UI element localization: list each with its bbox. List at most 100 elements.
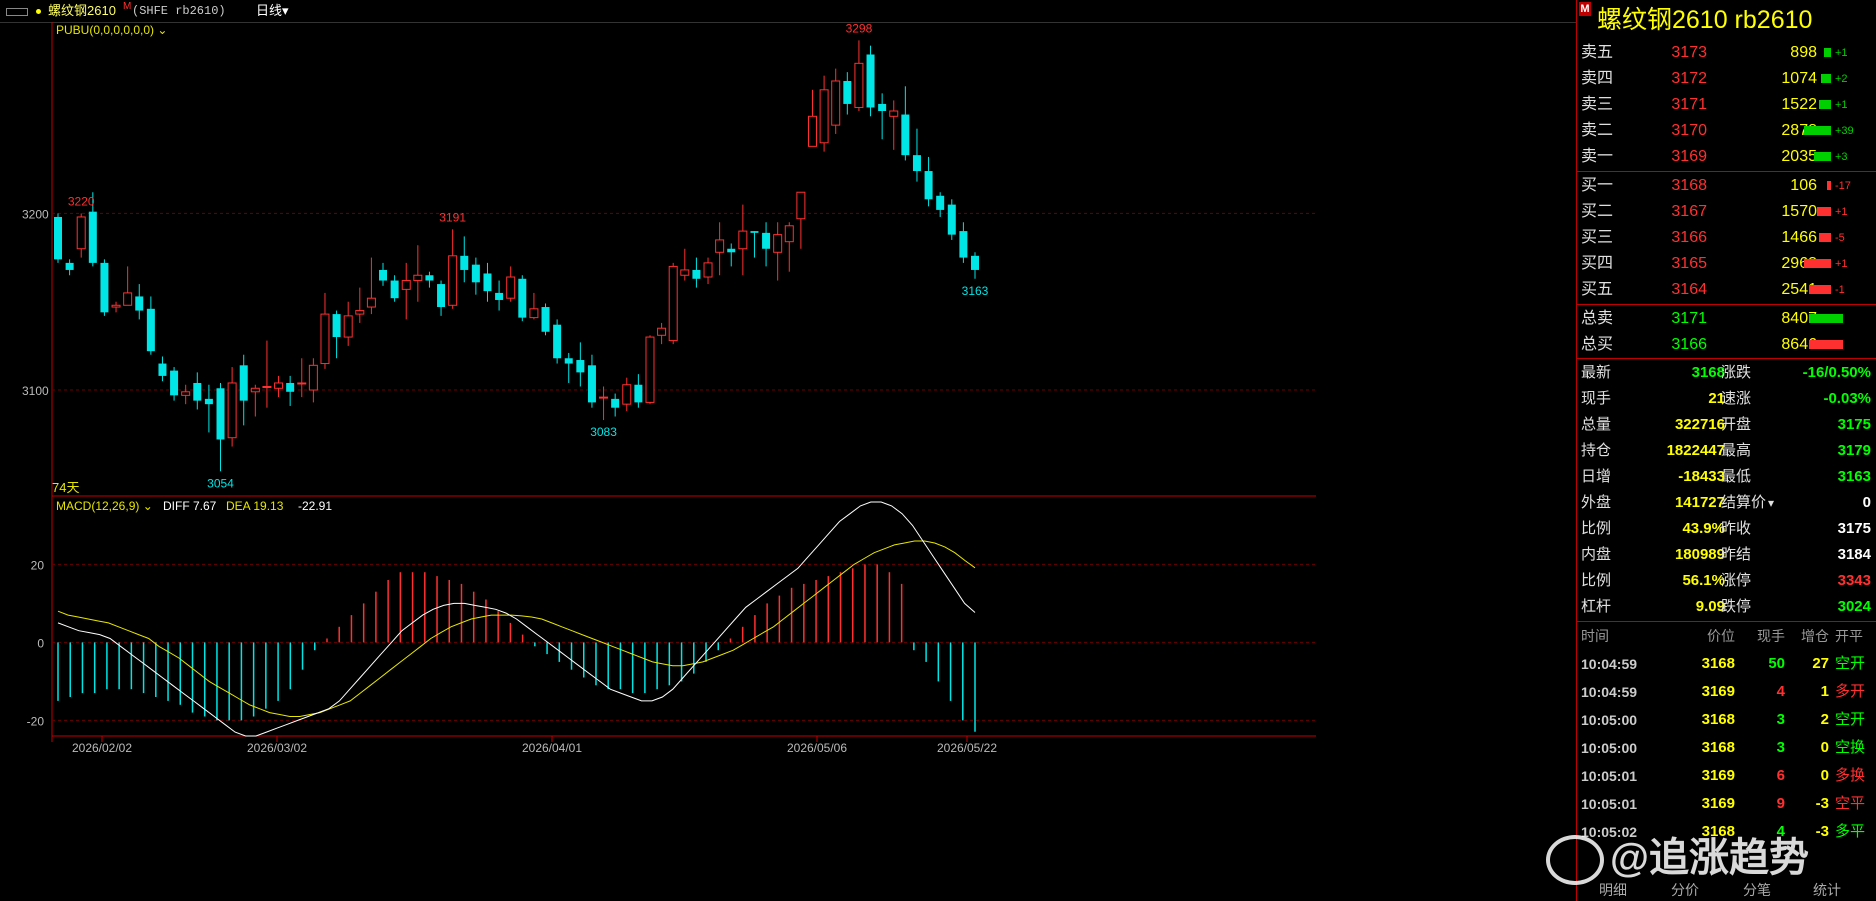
quote-label: 比例	[1581, 520, 1612, 537]
candle-body-down	[947, 204, 956, 235]
chart-title-bar: 螺纹钢2610 M (SHFE rb2610) 日线▾	[0, 0, 1576, 23]
level-price: 3171	[1671, 96, 1707, 113]
ask-row[interactable]: 卖五 3173 898 +1	[1577, 40, 1876, 66]
candle-body-down	[471, 264, 480, 283]
y-tick-label: 3200	[22, 207, 49, 221]
trade-price: 3168	[1701, 711, 1735, 728]
quote-label: 最高	[1721, 442, 1752, 459]
candle-body-down	[437, 284, 446, 308]
quote-label: 最低	[1721, 468, 1752, 485]
quote-label: 最新	[1581, 364, 1612, 381]
level-change: +3	[1835, 151, 1848, 163]
ask-row[interactable]: 卖四 3172 1074 +2	[1577, 66, 1876, 92]
bid-row[interactable]: 买三 3166 1466 -5	[1577, 225, 1876, 251]
price-extreme-label: 3298	[846, 22, 873, 35]
main-contract-marker: M	[1579, 2, 1591, 16]
quote-label: 昨收	[1721, 520, 1752, 537]
indicator-label: PUBU(0,0,0,0,0,0) ⌄	[56, 23, 167, 37]
period-selector[interactable]: 日线▾	[256, 0, 289, 22]
trade-type: 多换	[1835, 767, 1866, 784]
trade-type: 多开	[1835, 683, 1866, 700]
candle-body-down	[518, 278, 527, 318]
trades-header-cell: 价位	[1707, 628, 1735, 644]
ask-row[interactable]: 卖三 3171 1522 +1	[1577, 92, 1876, 118]
watermark-text: @追涨趋势	[1610, 836, 1810, 880]
total-label: 总买	[1581, 336, 1614, 353]
level-volume-bar	[1808, 285, 1831, 294]
candle-body-up	[854, 62, 864, 108]
level-label: 买四	[1581, 255, 1614, 272]
trade-time: 10:04:59	[1581, 656, 1638, 672]
candle-body-down	[843, 80, 852, 104]
bid-row[interactable]: 买一 3168 106 -17	[1577, 173, 1876, 199]
level-change: +39	[1835, 125, 1854, 137]
x-tick-label: 2026/05/06	[787, 741, 847, 755]
trade-price: 3169	[1701, 767, 1735, 784]
quote-value: 3163	[1837, 468, 1871, 485]
candle-body-down	[750, 231, 759, 233]
trade-time: 10:05:01	[1581, 768, 1638, 784]
bid-row[interactable]: 买四 3165 2963 +1	[1577, 251, 1876, 277]
candle-body-down	[158, 363, 167, 376]
level-label: 卖四	[1581, 70, 1614, 87]
price-chart[interactable]: 3200 3100 3220 3191 3298 3054 3083 3163 PUBU(0,0…	[0, 22, 1576, 901]
book-separator	[1577, 358, 1876, 359]
quote-label: 结算价 ▾	[1721, 494, 1775, 511]
weibo-logo-icon	[1546, 835, 1604, 886]
quote-value: 3168	[1691, 364, 1725, 381]
level-volume: 2541	[1781, 281, 1817, 298]
price-extreme-label: 3054	[207, 476, 234, 490]
candle-body-up	[599, 396, 609, 399]
candle-body-up	[668, 265, 678, 342]
chevron-down-icon: ▾	[1768, 496, 1775, 510]
candle-body-down	[576, 360, 585, 373]
trade-price: 3169	[1701, 683, 1735, 700]
candle-body-down	[495, 292, 504, 300]
price-extreme-label: 3220	[68, 194, 95, 208]
panel-header: M 螺纹钢2610 rb2610	[1577, 0, 1876, 40]
quote-label: 昨结	[1721, 546, 1752, 563]
quote-label: 日增	[1581, 468, 1612, 485]
candle-body-up	[250, 387, 260, 393]
candle-body-up	[831, 80, 841, 126]
quote-row: 最新 3168 涨跌 -16/0.50%	[1577, 360, 1876, 386]
quote-value: 322716	[1674, 416, 1725, 433]
level-volume: 898	[1790, 44, 1817, 61]
total-label: 总卖	[1581, 310, 1614, 327]
candle-body-down	[193, 382, 202, 401]
panel-title: 螺纹钢2610 rb2610	[1597, 6, 1813, 34]
level-change: -1	[1835, 284, 1845, 296]
quote-label: 速涨	[1721, 390, 1752, 407]
level-change: +2	[1835, 73, 1848, 85]
ask-row[interactable]: 卖一 3169 2035 +3	[1577, 144, 1876, 170]
quote-label: 内盘	[1581, 546, 1612, 563]
level-change: -5	[1835, 232, 1845, 244]
candle-body-up	[111, 304, 121, 308]
x-tick-label: 2026/02/02	[72, 741, 132, 755]
trade-price: 3169	[1701, 795, 1735, 812]
quote-value: 3024	[1837, 598, 1871, 615]
candle-body-down	[762, 232, 771, 249]
trades-header: 时间 价位 现手 增仓 开平	[1577, 622, 1876, 650]
level-volume-bar	[1819, 100, 1831, 109]
level-change: +1	[1835, 47, 1848, 59]
book-separator	[1577, 304, 1876, 305]
quote-value: 3184	[1837, 546, 1871, 563]
window-menu-icon[interactable]	[6, 8, 28, 16]
quote-value: 21	[1708, 390, 1725, 407]
status-dot-icon	[36, 9, 41, 14]
price-extreme-label: 3163	[962, 284, 989, 298]
trade-type: 空开	[1835, 711, 1866, 728]
candle-body-down	[483, 273, 492, 292]
candle-body-up	[738, 230, 748, 250]
candle-body-up	[320, 313, 330, 365]
trade-volume: 9	[1776, 795, 1785, 812]
ask-row[interactable]: 卖二 3170 2878 +39	[1577, 118, 1876, 144]
candle-body-down	[553, 324, 562, 359]
candle-body-down	[100, 262, 109, 313]
bid-row[interactable]: 买二 3167 1570 +1	[1577, 199, 1876, 225]
candle-body-up	[413, 274, 423, 282]
candle-body-up	[76, 216, 86, 250]
candle-body-down	[866, 54, 875, 108]
bid-row[interactable]: 买五 3164 2541 -1	[1577, 277, 1876, 303]
